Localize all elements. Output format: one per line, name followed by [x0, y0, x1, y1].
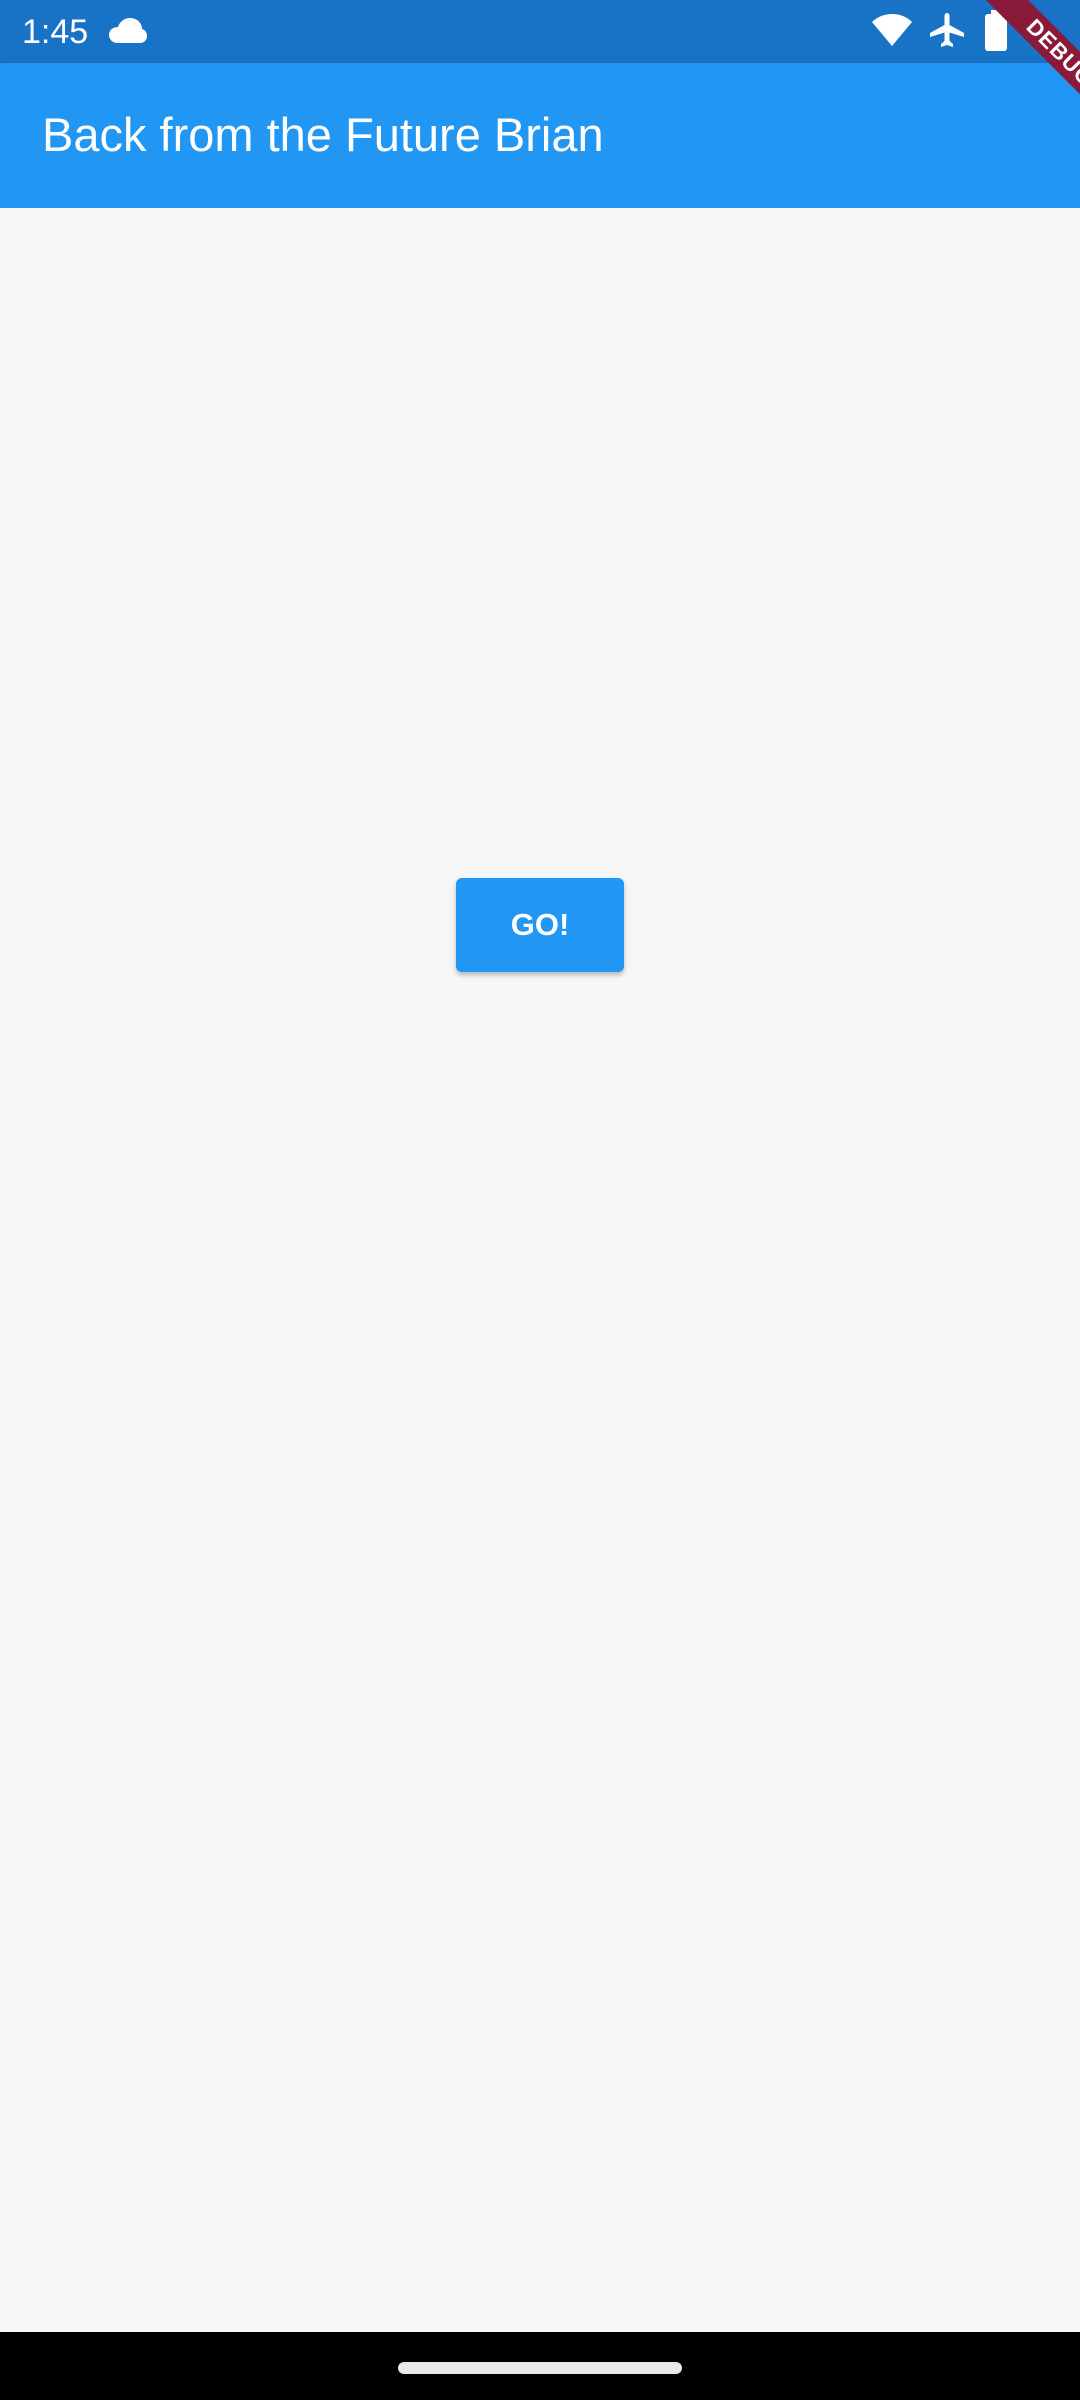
system-navigation-bar [0, 2332, 1080, 2400]
airplane-icon [930, 13, 964, 47]
battery-icon [985, 10, 1007, 51]
status-time: 1:45 [22, 13, 89, 51]
home-gesture-handle[interactable] [398, 2362, 682, 2374]
cloud-icon [109, 18, 147, 43]
app-bar: Back from the Future Brian [0, 63, 1080, 208]
main-content: GO! [0, 208, 1080, 2332]
app-screen: 1:45 Back from the Future Brian DEBUG GO… [0, 0, 1080, 2400]
app-bar-title: Back from the Future Brian [42, 108, 604, 161]
wifi-icon [872, 14, 912, 46]
status-bar: 1:45 [0, 0, 1080, 63]
go-button[interactable]: GO! [456, 878, 624, 972]
